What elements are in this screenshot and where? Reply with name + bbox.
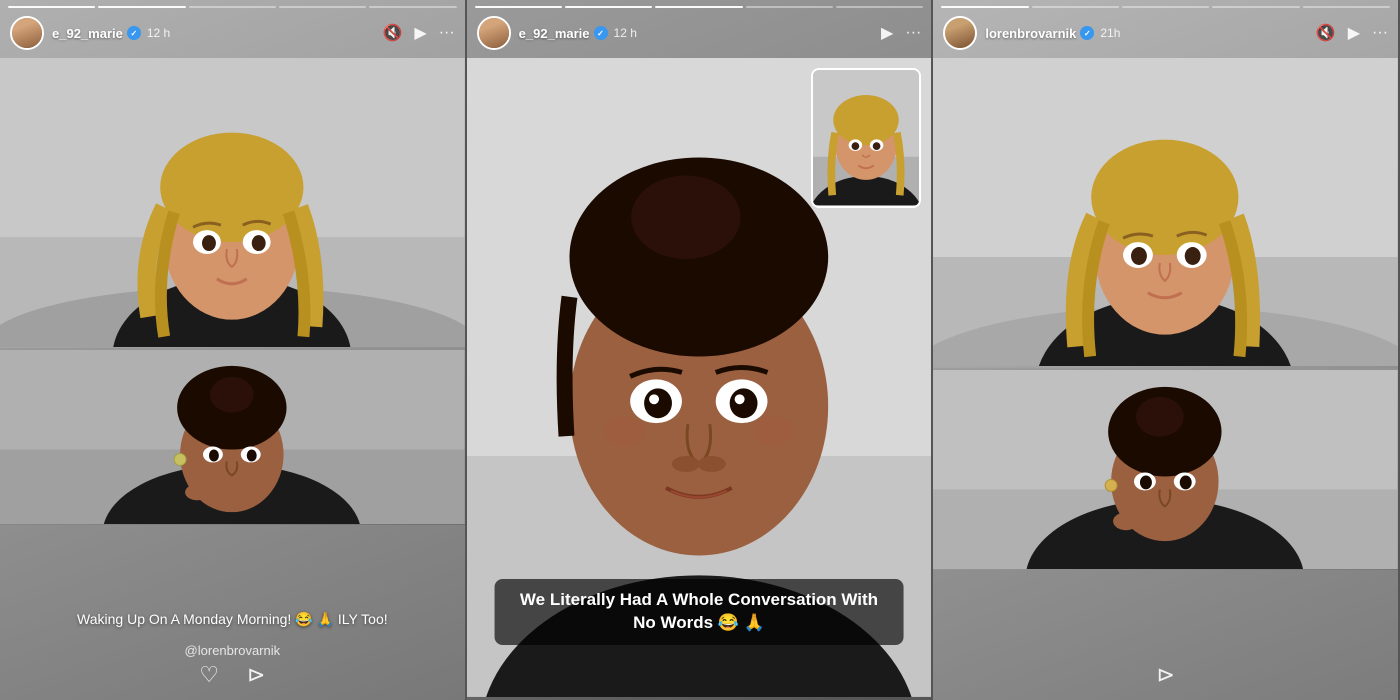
photo-pip-2 [811, 68, 921, 208]
username-label-1: e_92_marie [52, 26, 123, 41]
username-label-2: e_92_marie [519, 26, 590, 41]
username-row-1: e_92_marie ✓ 12 h [52, 26, 382, 41]
header-actions-1: 🔇 ▶ ··· [382, 23, 454, 43]
progress-seg [1032, 6, 1119, 8]
progress-seg [1122, 6, 1209, 8]
story-panel-1: e_92_marie ✓ 12 h 🔇 ▶ ··· When you just … [0, 0, 467, 700]
photo-top-3 [933, 58, 1398, 368]
story-header-2: e_92_marie ✓ 12 h ▶ ··· [477, 16, 922, 50]
more-icon-3[interactable]: ··· [1372, 24, 1388, 42]
time-label-2: 12 h [614, 26, 637, 40]
bottom-caption-1: Waking Up On A Monday Morning! 😂 🙏 ILY T… [0, 610, 465, 630]
progress-seg [1212, 6, 1299, 8]
bottom-tag-1[interactable]: @lorenbrovarnik [0, 643, 465, 658]
pip-svg-2 [813, 70, 919, 205]
person-svg-3-top [933, 58, 1398, 366]
story-header-3: lorenbrovarnik ✓ 21h 🔇 ▶ ··· [943, 16, 1388, 50]
progress-bar-row-3 [941, 6, 1390, 8]
progress-seg [655, 6, 742, 8]
person-svg-1 [0, 58, 465, 347]
progress-seg [475, 6, 562, 8]
story-panel-3: lorenbrovarnik ✓ 21h 🔇 ▶ ··· When you ju… [933, 0, 1400, 700]
header-actions-3: 🔇 ▶ ··· [1316, 23, 1388, 43]
avatar-3 [943, 16, 977, 50]
progress-seg [746, 6, 833, 8]
send-icon-1[interactable]: ⊳ [247, 662, 265, 688]
progress-seg [98, 6, 185, 8]
photo-bottom-3 [933, 370, 1398, 570]
progress-seg [279, 6, 366, 8]
more-icon-1[interactable]: ··· [439, 24, 455, 42]
send-icon-3[interactable]: ⊳ [1156, 662, 1174, 688]
progress-bar-row-2 [475, 6, 924, 8]
progress-seg [1303, 6, 1390, 8]
photo-top-1 [0, 58, 465, 348]
avatar-1 [10, 16, 44, 50]
bottom-actions-1: ♡ ⊳ [0, 662, 465, 688]
play-icon-1[interactable]: ▶ [414, 23, 426, 43]
bottom-actions-3: ⊳ [933, 662, 1398, 688]
photo-bottom-1 [0, 350, 465, 525]
progress-seg [941, 6, 1028, 8]
time-label-1: 12 h [147, 26, 170, 40]
play-icon-3[interactable]: ▶ [1348, 23, 1360, 43]
progress-seg [369, 6, 456, 8]
verified-icon-2: ✓ [594, 26, 608, 40]
progress-seg [8, 6, 95, 8]
caption-box-2: We Literally Had A Whole Conversation Wi… [495, 579, 904, 645]
person-small-svg-1 [0, 350, 465, 524]
username-row-3: lorenbrovarnik ✓ 21h [985, 26, 1315, 41]
story-header-1: e_92_marie ✓ 12 h 🔇 ▶ ··· [10, 16, 455, 50]
progress-seg [189, 6, 276, 8]
verified-icon-1: ✓ [127, 26, 141, 40]
heart-icon-1[interactable]: ♡ [199, 662, 219, 688]
mute-icon-3[interactable]: 🔇 [1316, 23, 1336, 43]
username-row-2: e_92_marie ✓ 12 h [519, 26, 881, 41]
time-label-3: 21h [1100, 26, 1120, 40]
username-label-3: lorenbrovarnik [985, 26, 1076, 41]
story-panel-2: e_92_marie ✓ 12 h ▶ ··· [467, 0, 934, 700]
verified-icon-3: ✓ [1080, 26, 1094, 40]
more-icon-2[interactable]: ··· [905, 24, 921, 42]
avatar-2 [477, 16, 511, 50]
progress-bar-row-1 [8, 6, 457, 8]
person-svg-3-bottom [933, 370, 1398, 569]
header-actions-2: ▶ ··· [881, 23, 921, 43]
progress-seg [565, 6, 652, 8]
mute-icon-1[interactable]: 🔇 [382, 23, 402, 43]
progress-seg [836, 6, 923, 8]
play-icon-2[interactable]: ▶ [881, 23, 893, 43]
